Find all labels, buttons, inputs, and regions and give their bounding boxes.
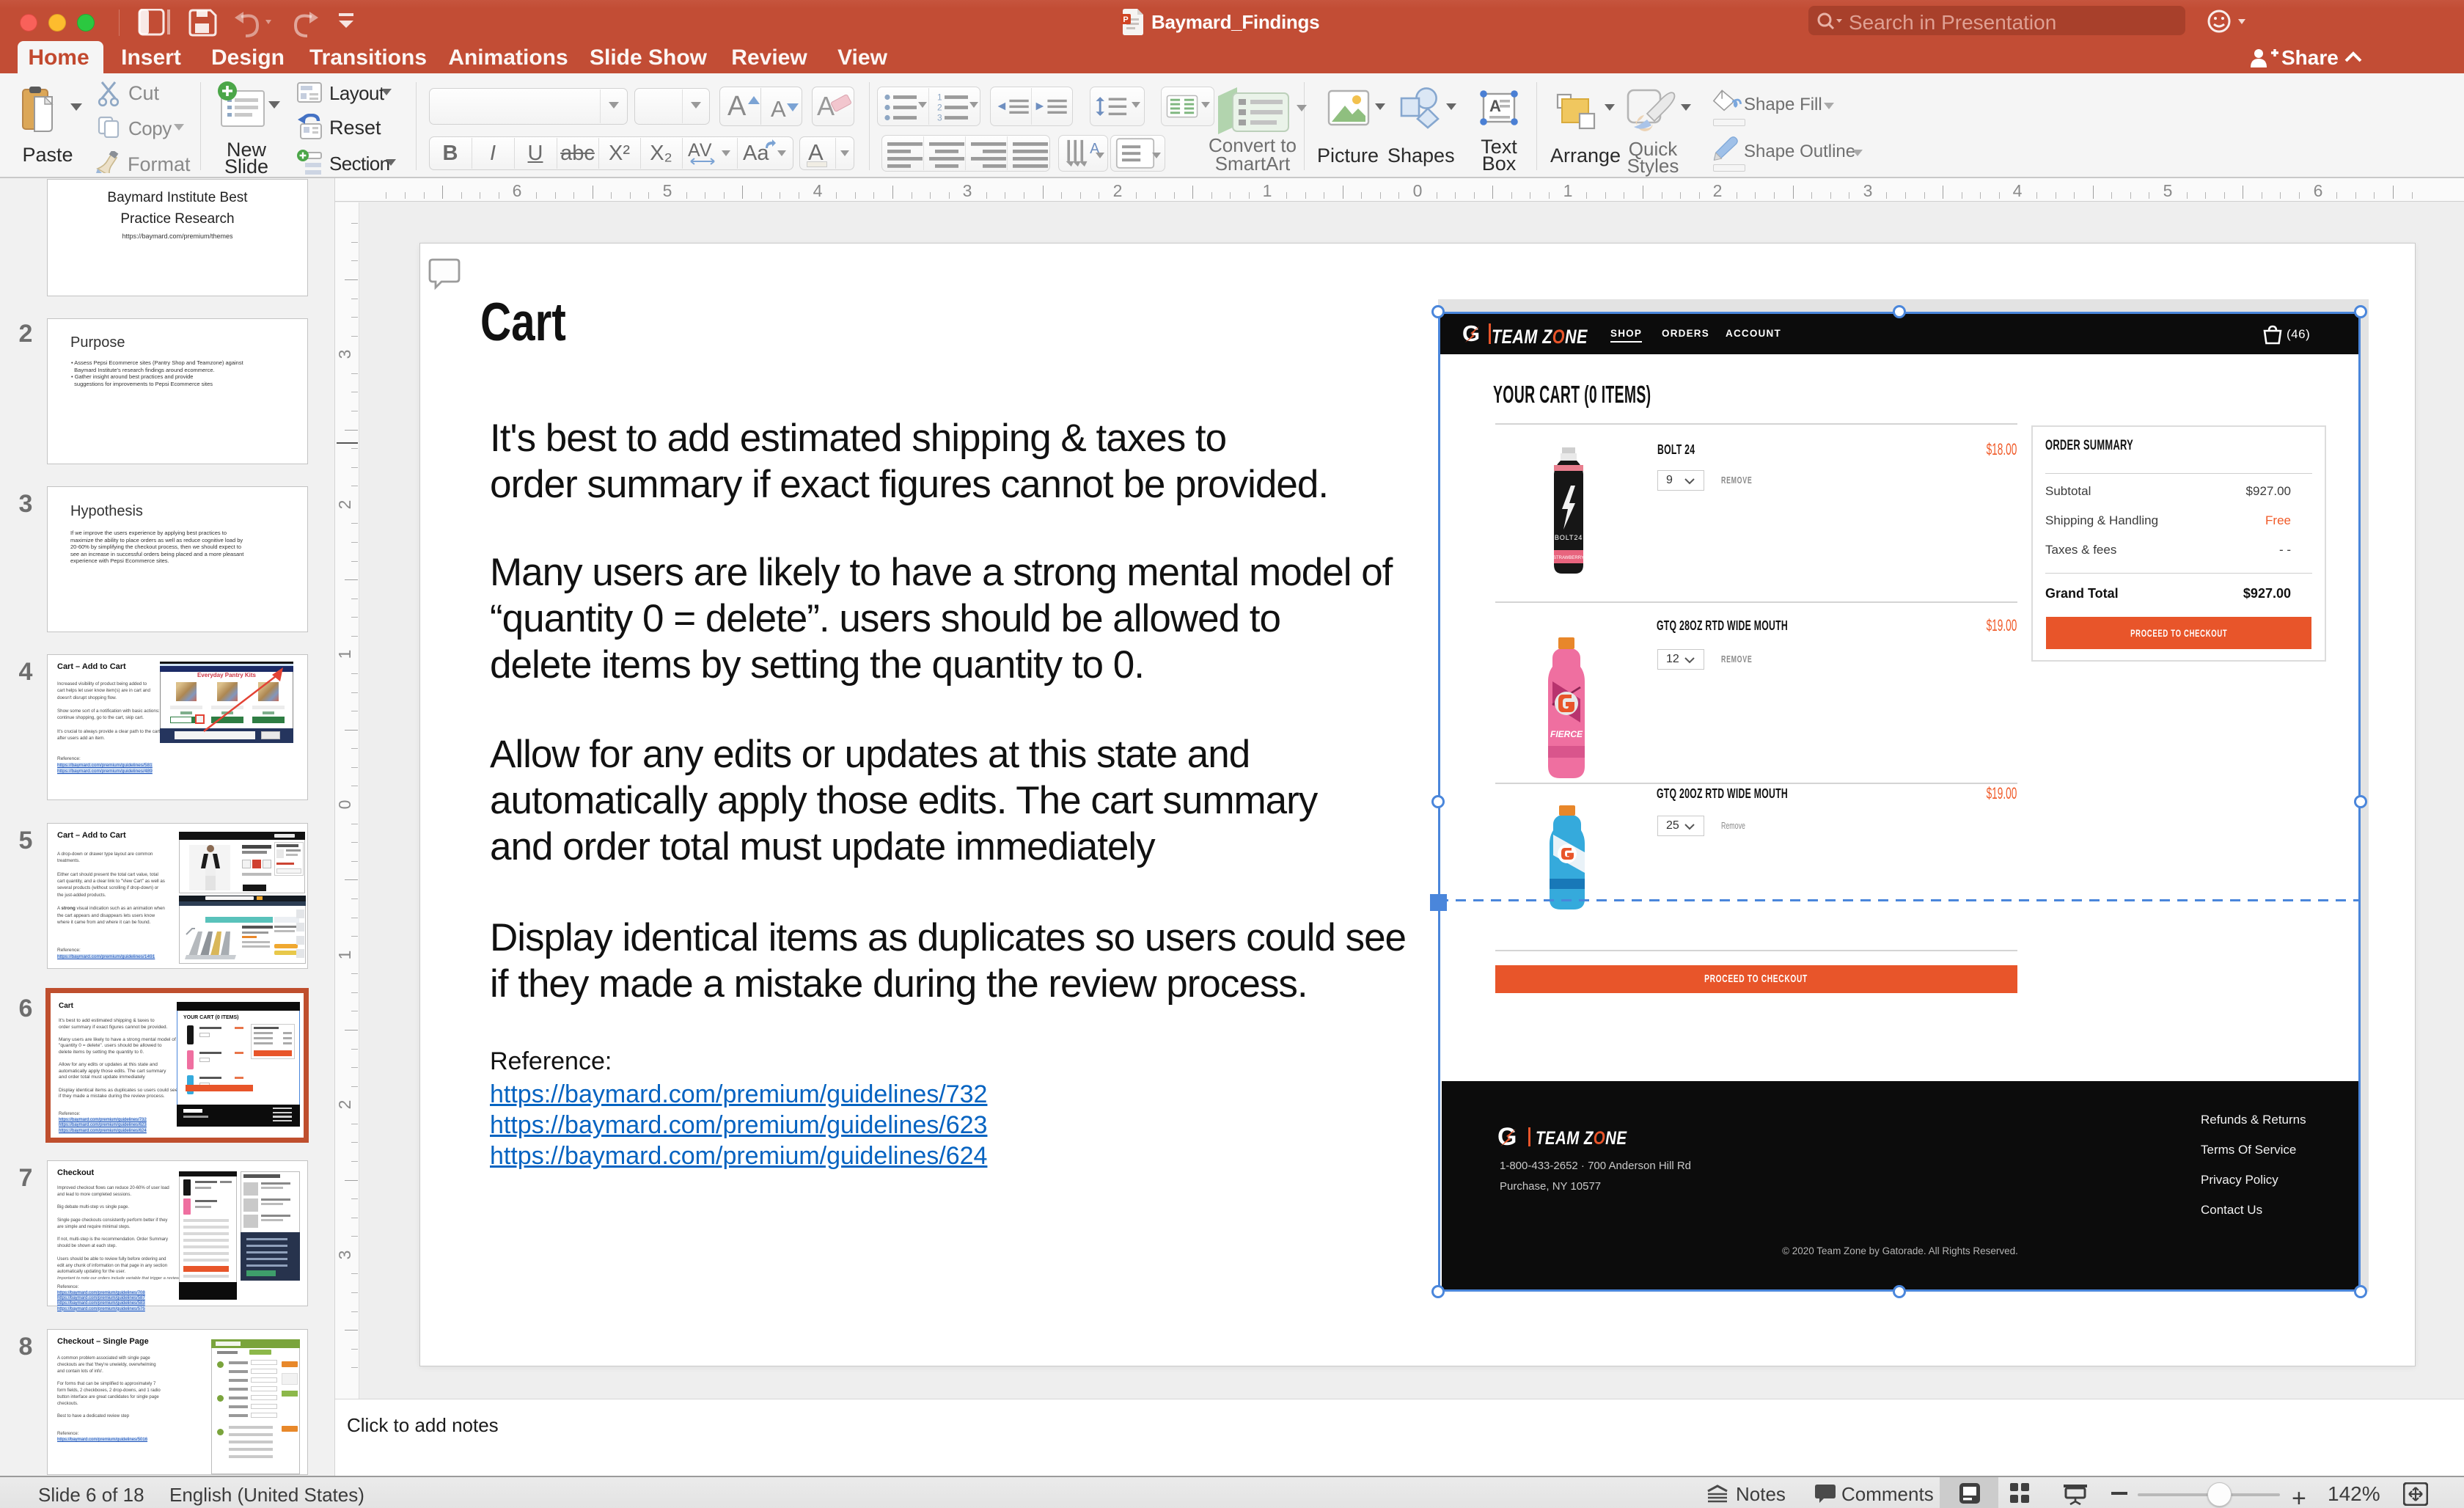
svg-text:1: 1 [937,92,942,103]
svg-text:2: 2 [937,103,942,113]
svg-text:P: P [1123,15,1128,24]
svg-text:3: 3 [937,113,942,123]
svg-text:A: A [1489,97,1501,115]
